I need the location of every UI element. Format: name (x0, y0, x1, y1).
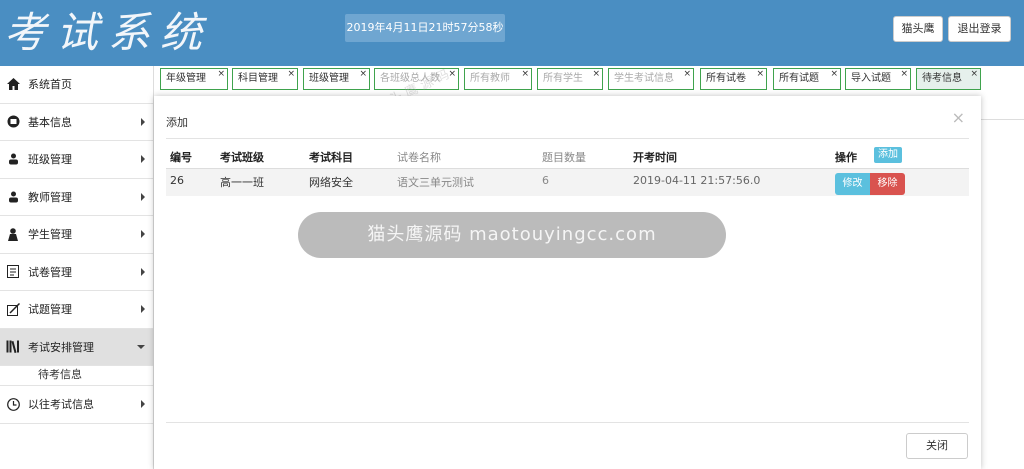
add-button[interactable]: 添加 (874, 147, 902, 163)
sidebar-item-basic-info[interactable]: 基本信息 (0, 104, 153, 141)
tab-all-papers[interactable]: 所有试卷 × (700, 68, 767, 90)
close-icon[interactable]: × (287, 64, 295, 84)
clock-display: 2019年4月11日21时57分58秒 (345, 14, 505, 42)
col-header-class: 考试班级 (220, 151, 264, 164)
tab-label: 年级管理 (166, 73, 206, 84)
sidebar-item-label: 试卷管理 (28, 265, 72, 279)
divider (166, 138, 969, 139)
question-icon (6, 302, 20, 316)
tab-all-teachers[interactable]: 所有教师 × (464, 68, 532, 90)
tab-student-exam-info[interactable]: 学生考试信息 × (608, 68, 694, 90)
sidebar-item-teacher[interactable]: 教师管理 (0, 179, 153, 216)
close-icon[interactable]: × (970, 64, 978, 84)
tab-subject[interactable]: 科目管理 × (232, 68, 298, 90)
tab-label: 所有试题 (779, 73, 819, 84)
chevron-right-icon (141, 155, 145, 164)
close-icon[interactable]: × (756, 64, 764, 84)
sidebar-item-paper[interactable]: 试卷管理 (0, 254, 153, 291)
watermark-banner: 猫头鹰源码 maotouyingcc.com (298, 212, 726, 258)
tab-label: 所有试卷 (706, 73, 746, 84)
sidebar-item-label: 系统首页 (28, 78, 72, 92)
close-icon[interactable]: × (592, 64, 600, 84)
group-icon (6, 152, 20, 166)
close-icon[interactable]: × (952, 108, 965, 127)
tab-label: 所有教师 (470, 73, 510, 84)
remove-button[interactable]: 移除 (870, 173, 905, 195)
cell-time: 2019-04-11 21:57:56.0 (633, 174, 761, 187)
col-header-time: 开考时间 (633, 151, 677, 164)
tab-label: 科目管理 (238, 73, 278, 84)
sidebar-item-label: 基本信息 (28, 115, 72, 129)
sidebar-item-label: 考试安排管理 (28, 340, 94, 354)
home-icon (6, 77, 20, 91)
sidebar-item-label: 以往考试信息 (28, 398, 94, 412)
tab-label: 待考信息 (922, 73, 962, 84)
cell-id: 26 (170, 174, 184, 187)
sidebar-item-question[interactable]: 试题管理 (0, 291, 153, 329)
tab-class[interactable]: 班级管理 × (303, 68, 370, 90)
close-icon[interactable]: × (830, 64, 838, 84)
tab-all-questions[interactable]: 所有试题 × (773, 68, 841, 90)
modal-title: 添加 (166, 116, 188, 129)
sidebar-item-student[interactable]: 学生管理 (0, 216, 153, 254)
col-header-action: 操作 (835, 151, 857, 164)
cell-subject: 网络安全 (309, 176, 353, 189)
sidebar-item-home[interactable]: 系统首页 (0, 66, 153, 104)
app-logo: 考试系统 (4, 8, 213, 57)
edit-button[interactable]: 修改 (835, 173, 870, 195)
close-icon[interactable]: × (900, 64, 908, 84)
cell-paper: 语文三单元测试 (397, 176, 474, 189)
close-button[interactable]: 关闭 (906, 433, 968, 459)
chevron-right-icon (141, 230, 145, 239)
cell-class: 高一一班 (220, 176, 264, 189)
chevron-down-icon (137, 344, 145, 349)
tab-all-students[interactable]: 所有学生 × (537, 68, 603, 90)
chevron-right-icon (141, 305, 145, 314)
sidebar-item-label: 教师管理 (28, 190, 72, 204)
divider (166, 422, 969, 423)
tab-grade[interactable]: 年级管理 × (160, 68, 228, 90)
tab-label: 导入试题 (851, 73, 891, 84)
tab-import-questions[interactable]: 导入试题 × (845, 68, 911, 90)
clock-icon (6, 397, 20, 411)
chevron-right-icon (141, 117, 145, 126)
add-modal: 添加 × 编号 考试班级 考试科目 试卷名称 题目数量 开考时间 操作 添加 2… (154, 96, 981, 469)
close-icon[interactable]: × (521, 64, 529, 84)
books-icon (6, 340, 20, 354)
tab-pending-exam[interactable]: 待考信息 × (916, 68, 981, 90)
sidebar-item-exam-arrange[interactable]: 考试安排管理 (0, 328, 153, 366)
col-header-subject: 考试科目 (309, 151, 353, 164)
tab-label: 所有学生 (543, 73, 583, 84)
cell-count: 6 (542, 174, 549, 187)
sidebar-item-label: 班级管理 (28, 153, 72, 167)
chevron-right-icon (141, 192, 145, 201)
sidebar-item-class[interactable]: 班级管理 (0, 141, 153, 179)
tab-bar: 年级管理 × 科目管理 × 班级管理 × 各班级总人数 × 所有教师 × 所有学生 × 学生… (155, 66, 1024, 94)
tab-label: 班级管理 (309, 73, 349, 84)
chevron-right-icon (141, 400, 145, 409)
user-button[interactable]: 猫头鹰 (893, 16, 943, 42)
teacher-icon (6, 190, 20, 204)
logout-button[interactable]: 退出登录 (948, 16, 1011, 42)
col-header-paper: 试卷名称 (397, 151, 441, 164)
sidebar-subitem-pending-exam[interactable]: 待考信息 (0, 366, 153, 386)
chevron-right-icon (141, 267, 145, 276)
tab-label: 学生考试信息 (614, 73, 674, 84)
student-icon (6, 227, 20, 241)
sidebar-item-label: 学生管理 (28, 228, 72, 242)
info-icon (6, 115, 20, 129)
sidebar-item-past-exam[interactable]: 以往考试信息 (0, 386, 153, 424)
close-icon[interactable]: × (359, 64, 367, 84)
sidebar: 系统首页 基本信息 班级管理 教师管理 学生管理 试卷管理 试题管理 考试安排管… (0, 66, 154, 469)
paper-icon (6, 265, 20, 279)
close-icon[interactable]: × (217, 64, 225, 84)
close-icon[interactable]: × (683, 64, 691, 84)
top-header: 考试系统 2019年4月11日21时57分58秒 猫头鹰 退出登录 (0, 0, 1024, 66)
sidebar-item-label: 试题管理 (28, 303, 72, 317)
col-header-count: 题目数量 (542, 151, 586, 164)
col-header-id: 编号 (170, 151, 192, 164)
